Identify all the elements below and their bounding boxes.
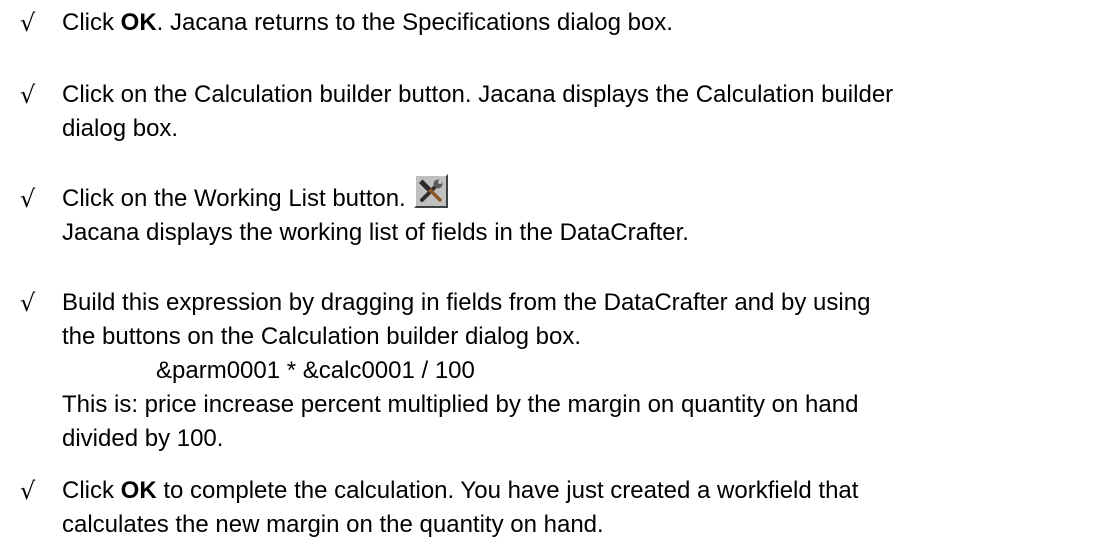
document-page: √ Click OK. Jacana returns to the Specif… xyxy=(0,0,1094,548)
expression-formula: &parm0001 * &calc0001 / 100 xyxy=(156,357,475,384)
step-3-line-2: Jacana displays the working list of fiel… xyxy=(62,219,689,246)
checkmark-bullet: √ xyxy=(20,81,36,109)
step-3-text: Click on the Working List button. Jacana… xyxy=(62,174,1074,250)
step-5-line-1: Click OK to complete the calculation. Yo… xyxy=(62,477,859,504)
step-4-line-3: This is: price increase percent multipli… xyxy=(62,391,859,418)
step-2-line-2: dialog box. xyxy=(62,115,179,142)
step-5-text: Click OK to complete the calculation. Yo… xyxy=(62,474,1074,542)
step-2-text: Click on the Calculation builder button.… xyxy=(62,78,1074,146)
step-4-line-2: the buttons on the Calculation builder d… xyxy=(62,323,582,350)
hammer-wrench-icon xyxy=(414,174,449,208)
checkmark-bullet: √ xyxy=(20,289,36,317)
step-2-line-1: Click on the Calculation builder button.… xyxy=(62,81,894,108)
step-4-line-1: Build this expression by dragging in fie… xyxy=(62,289,871,316)
step-1-line-1: Click OK. Jacana returns to the Specific… xyxy=(62,9,673,36)
checkmark-bullet: √ xyxy=(20,185,36,213)
checkmark-bullet: √ xyxy=(20,9,36,37)
step-4-line-4: divided by 100. xyxy=(62,425,224,452)
step-4-text: Build this expression by dragging in fie… xyxy=(62,286,1074,456)
ok-label: OK xyxy=(120,9,157,36)
ok-label: OK xyxy=(120,477,157,504)
step-1-text: Click OK. Jacana returns to the Specific… xyxy=(62,6,1074,40)
step-5-line-2: calculates the new margin on the quantit… xyxy=(62,511,604,538)
checkmark-bullet: √ xyxy=(20,477,36,505)
step-3-line-1: Click on the Working List button. xyxy=(62,174,1074,216)
